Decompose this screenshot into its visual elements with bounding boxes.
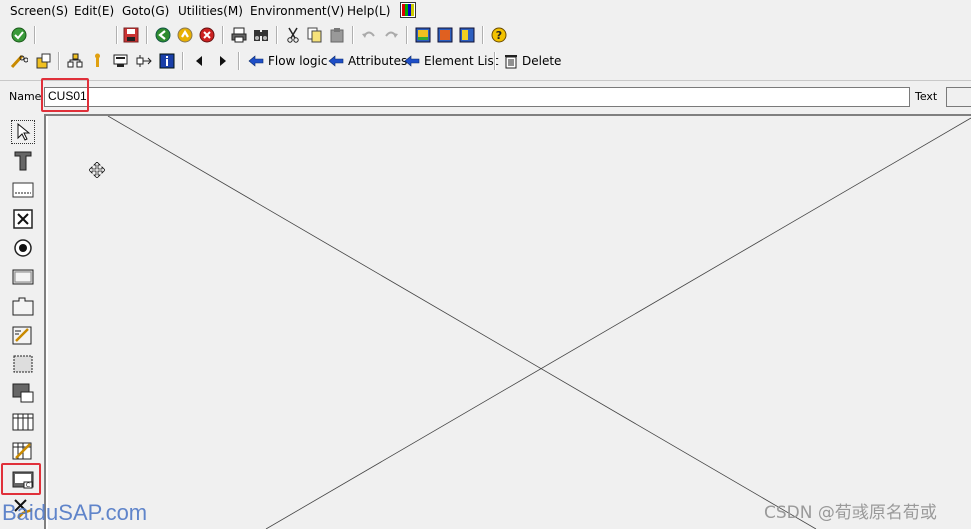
menu-edit[interactable]: Edit(E) — [74, 3, 114, 19]
arrow-left-icon — [328, 55, 344, 67]
text-field-tool-icon[interactable] — [11, 149, 35, 173]
input-field-tool-icon[interactable] — [11, 178, 35, 202]
element-list-button[interactable]: Element List — [404, 52, 498, 70]
checkbox-tool-icon[interactable] — [11, 207, 35, 231]
cancel-icon[interactable] — [198, 26, 216, 44]
name-highlight-box — [41, 78, 89, 112]
navigate-icon[interactable] — [136, 52, 154, 70]
trash-icon — [505, 55, 517, 69]
element-palette: C — [0, 114, 44, 527]
text-label: Text — [915, 90, 938, 103]
find-icon[interactable] — [252, 26, 270, 44]
canvas-cross-lines — [46, 116, 971, 529]
menu-help[interactable]: Help(L) — [347, 3, 390, 19]
flow-logic-label: Flow logic — [268, 54, 328, 68]
arrow-left-icon — [248, 55, 264, 67]
move-cursor-icon — [88, 161, 106, 181]
undo-icon[interactable] — [360, 26, 378, 44]
attributes-button[interactable]: Attributes — [328, 52, 407, 70]
key-icon[interactable] — [88, 52, 106, 70]
text-field[interactable] — [946, 87, 971, 107]
enter-icon[interactable] — [10, 26, 28, 44]
element-list-label: Element List — [424, 54, 499, 68]
box-tool-icon[interactable] — [11, 352, 35, 376]
cut-icon[interactable] — [284, 26, 302, 44]
name-label: Name — [9, 90, 42, 103]
redo-icon[interactable] — [382, 26, 400, 44]
menu-screen[interactable]: Screen(S) — [10, 3, 68, 19]
screen-element-icon[interactable] — [112, 52, 130, 70]
copy-icon[interactable] — [306, 26, 324, 44]
print-icon[interactable] — [230, 26, 248, 44]
radio-button-tool-icon[interactable] — [11, 236, 35, 260]
watermark-right: CSDN @荀彧原名荀或 — [764, 503, 937, 523]
layout-menu-icon[interactable] — [399, 1, 417, 19]
layout-icon-3[interactable] — [458, 26, 476, 44]
svg-text:?: ? — [496, 29, 502, 42]
watermark-left: BaiduSAP.com — [2, 500, 148, 525]
layout-icon-1[interactable] — [414, 26, 432, 44]
menu-bar: Screen(S) Edit(E) Goto(G) Utilities(M) E… — [0, 0, 971, 22]
hierarchy-icon[interactable] — [66, 52, 84, 70]
activate-icon[interactable] — [34, 52, 52, 70]
arrow-left-icon — [404, 55, 420, 67]
flow-logic-button[interactable]: Flow logic — [248, 52, 327, 70]
menu-environment[interactable]: Environment(V) — [250, 3, 344, 19]
layout-icon-2[interactable] — [436, 26, 454, 44]
table-control-tool-icon[interactable] — [11, 410, 35, 434]
tabstrip-tool-icon[interactable] — [11, 294, 35, 318]
previous-icon[interactable] — [190, 52, 208, 70]
screen-layout-canvas[interactable] — [44, 114, 971, 529]
name-field[interactable]: CUS01 — [44, 87, 910, 107]
standard-toolbar: ? — [0, 22, 971, 48]
next-icon[interactable] — [214, 52, 232, 70]
attributes-label: Attributes — [348, 54, 408, 68]
name-bar: Name CUS01 Text — [0, 78, 971, 112]
delete-label: Delete — [522, 54, 562, 68]
pointer-tool-icon[interactable] — [11, 120, 35, 144]
application-toolbar: Flow logic Attributes Element List Delet… — [0, 48, 971, 74]
pushbutton-tool-icon[interactable] — [11, 265, 35, 289]
save-icon[interactable] — [122, 26, 140, 44]
menu-utilities[interactable]: Utilities(M) — [178, 3, 243, 19]
command-field-area[interactable] — [40, 26, 112, 44]
paste-icon[interactable] — [328, 26, 346, 44]
table-control-wizard-icon[interactable] — [11, 439, 35, 463]
exit-icon[interactable] — [176, 26, 194, 44]
back-icon[interactable] — [154, 26, 172, 44]
delete-button[interactable]: Delete — [504, 52, 561, 70]
toolbar-divider — [0, 80, 971, 81]
tabstrip-wizard-icon[interactable] — [11, 323, 35, 347]
menu-goto[interactable]: Goto(G) — [122, 3, 169, 19]
help-icon[interactable]: ? — [490, 26, 508, 44]
custom-control-highlight-box — [1, 463, 41, 495]
pencil-glasses-icon[interactable] — [10, 52, 28, 70]
subscreen-tool-icon[interactable] — [11, 381, 35, 405]
info-icon[interactable] — [158, 52, 176, 70]
